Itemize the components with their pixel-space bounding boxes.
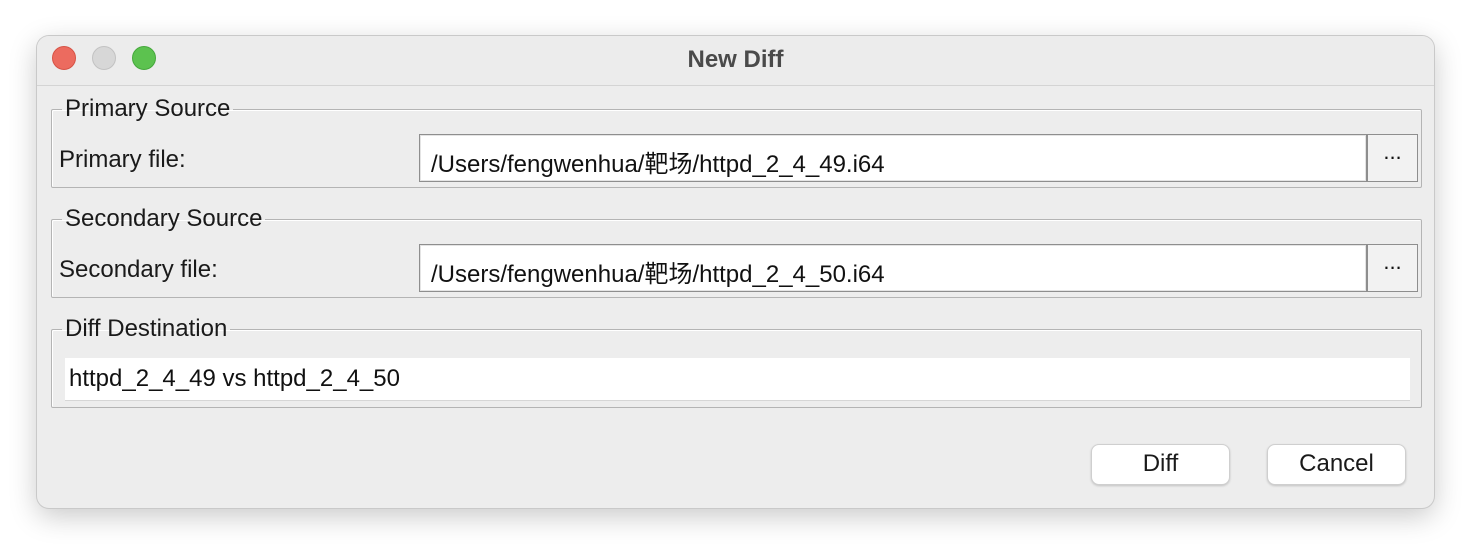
diff-destination-input[interactable]: httpd_2_4_49 vs httpd_2_4_50 [65, 358, 1410, 401]
secondary-file-input[interactable]: /Users/fengwenhua/靶场/httpd_2_4_50.i64 [419, 244, 1367, 292]
diff-button[interactable]: Diff [1091, 444, 1230, 485]
secondary-source-legend: Secondary Source [65, 205, 263, 232]
title-bar: New Diff [37, 36, 1434, 86]
primary-source-legend: Primary Source [65, 95, 231, 122]
primary-file-label: Primary file: [59, 146, 186, 173]
primary-browse-button[interactable]: ... [1367, 134, 1418, 182]
new-diff-dialog: New Diff Primary Source Primary file: /U… [37, 36, 1434, 508]
secondary-file-label: Secondary file: [59, 256, 218, 283]
window-title: New Diff [687, 46, 784, 73]
cancel-button[interactable]: Cancel [1267, 444, 1406, 485]
diff-destination-legend: Diff Destination [65, 315, 228, 342]
secondary-browse-button[interactable]: ... [1367, 244, 1418, 292]
primary-file-input[interactable]: /Users/fengwenhua/靶场/httpd_2_4_49.i64 [419, 134, 1367, 182]
